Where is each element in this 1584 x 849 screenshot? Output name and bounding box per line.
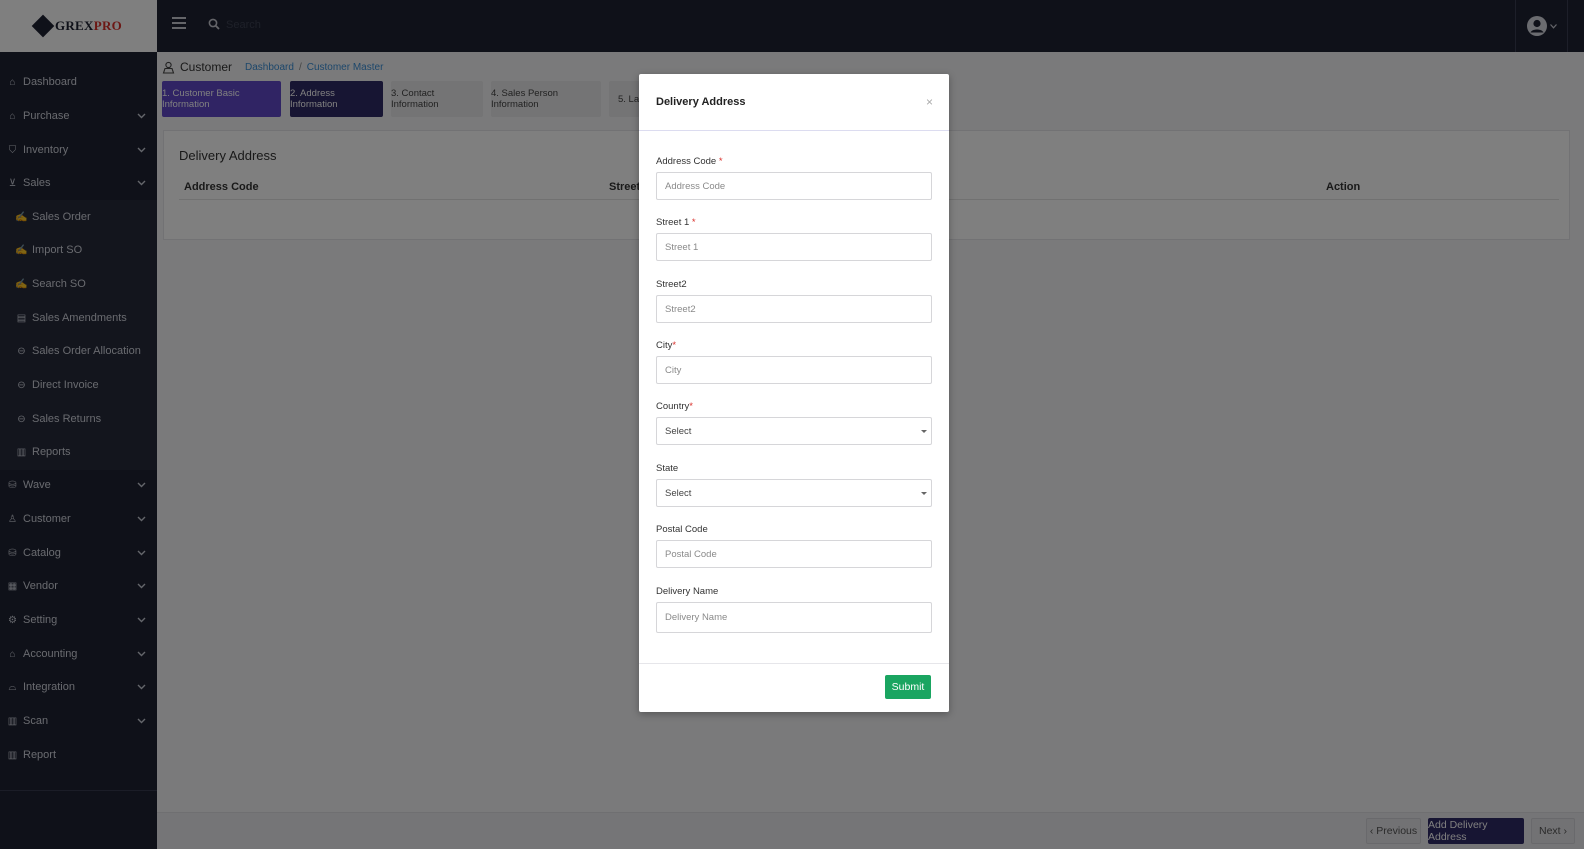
state-select[interactable]: Select <box>656 479 932 507</box>
close-icon[interactable]: × <box>926 96 933 108</box>
delivery-address-modal: Delivery Address × Address Code * Street… <box>639 74 949 712</box>
city-input[interactable] <box>656 356 932 384</box>
street1-label: Street 1 * <box>656 217 696 228</box>
state-label: State <box>656 463 679 474</box>
country-label: Country* <box>656 401 693 412</box>
delivery-name-input[interactable] <box>656 602 932 633</box>
city-label: City* <box>656 340 677 351</box>
street1-input[interactable] <box>656 233 932 261</box>
street2-label: Street2 <box>656 279 687 290</box>
delivery-name-label: Delivery Name <box>656 586 719 597</box>
submit-button[interactable]: Submit <box>885 675 931 699</box>
modal-title: Delivery Address <box>656 96 746 108</box>
caret-down-icon <box>921 492 927 495</box>
postal-code-input[interactable] <box>656 540 932 568</box>
address-code-label: Address Code * <box>656 156 723 167</box>
modal-header: Delivery Address × <box>639 74 949 131</box>
country-select-value: Select <box>665 425 692 437</box>
state-select-value: Select <box>665 487 692 499</box>
postal-code-label: Postal Code <box>656 524 708 535</box>
country-select[interactable]: Select <box>656 417 932 445</box>
address-code-input[interactable] <box>656 172 932 200</box>
modal-footer-divider <box>639 663 949 664</box>
caret-down-icon <box>921 430 927 433</box>
street2-input[interactable] <box>656 295 932 323</box>
